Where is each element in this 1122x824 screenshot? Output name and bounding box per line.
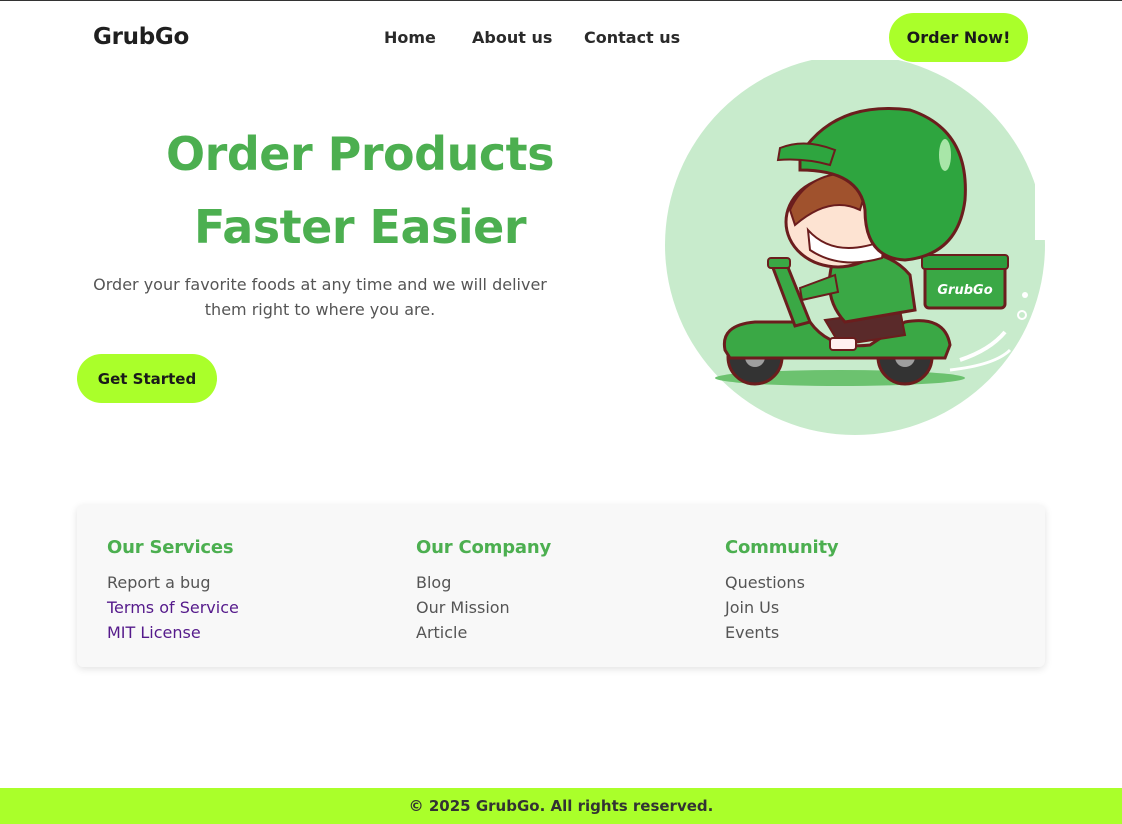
nav-home[interactable]: Home [384,28,436,47]
footer-column-company: Our Company Blog Our Mission Article [416,537,551,645]
top-border [0,0,1122,1]
delivery-box-lid [921,254,1009,270]
link-our-mission[interactable]: Our Mission [416,595,551,620]
get-started-button[interactable]: Get Started [77,354,217,403]
link-terms-of-service[interactable]: Terms of Service [107,595,239,620]
edge-highlight [1035,180,1047,240]
hero-title-line-1: Order Products [166,127,554,181]
link-events[interactable]: Events [725,620,838,645]
helmet-shine [939,139,951,171]
copyright-bar: © 2025 GrubGo. All rights reserved. [0,788,1122,824]
hero-title-line-2: Faster Easier [193,200,527,254]
footer-column-community: Community Questions Join Us Events [725,537,839,645]
footer-heading-services: Our Services [107,537,234,558]
link-questions[interactable]: Questions [725,570,838,595]
order-now-button[interactable]: Order Now! [889,13,1028,62]
footer-links-card: Our Services Report a bug Terms of Servi… [77,505,1045,667]
footer-column-services: Our Services Report a bug Terms of Servi… [107,537,239,645]
hero-subtitle: Order your favorite foods at any time an… [93,275,547,319]
delivery-scooter-illustration: GrubGo [665,60,1047,435]
link-report-bug[interactable]: Report a bug [107,570,239,595]
hero-title: Order Products Faster Easier [90,118,630,264]
footer-heading-company: Our Company [416,537,551,558]
link-blog[interactable]: Blog [416,570,551,595]
box-logo-text: GrubGo [937,283,992,298]
dust-dot [1022,292,1028,298]
link-join-us[interactable]: Join Us [725,595,838,620]
rider-shoe [829,337,857,351]
scooter-handle [767,257,791,269]
nav-about-us[interactable]: About us [472,28,552,47]
link-mit-license[interactable]: MIT License [107,620,239,645]
link-article[interactable]: Article [416,620,551,645]
footer-heading-community: Community [725,537,839,558]
nav-contact-us[interactable]: Contact us [584,28,680,47]
